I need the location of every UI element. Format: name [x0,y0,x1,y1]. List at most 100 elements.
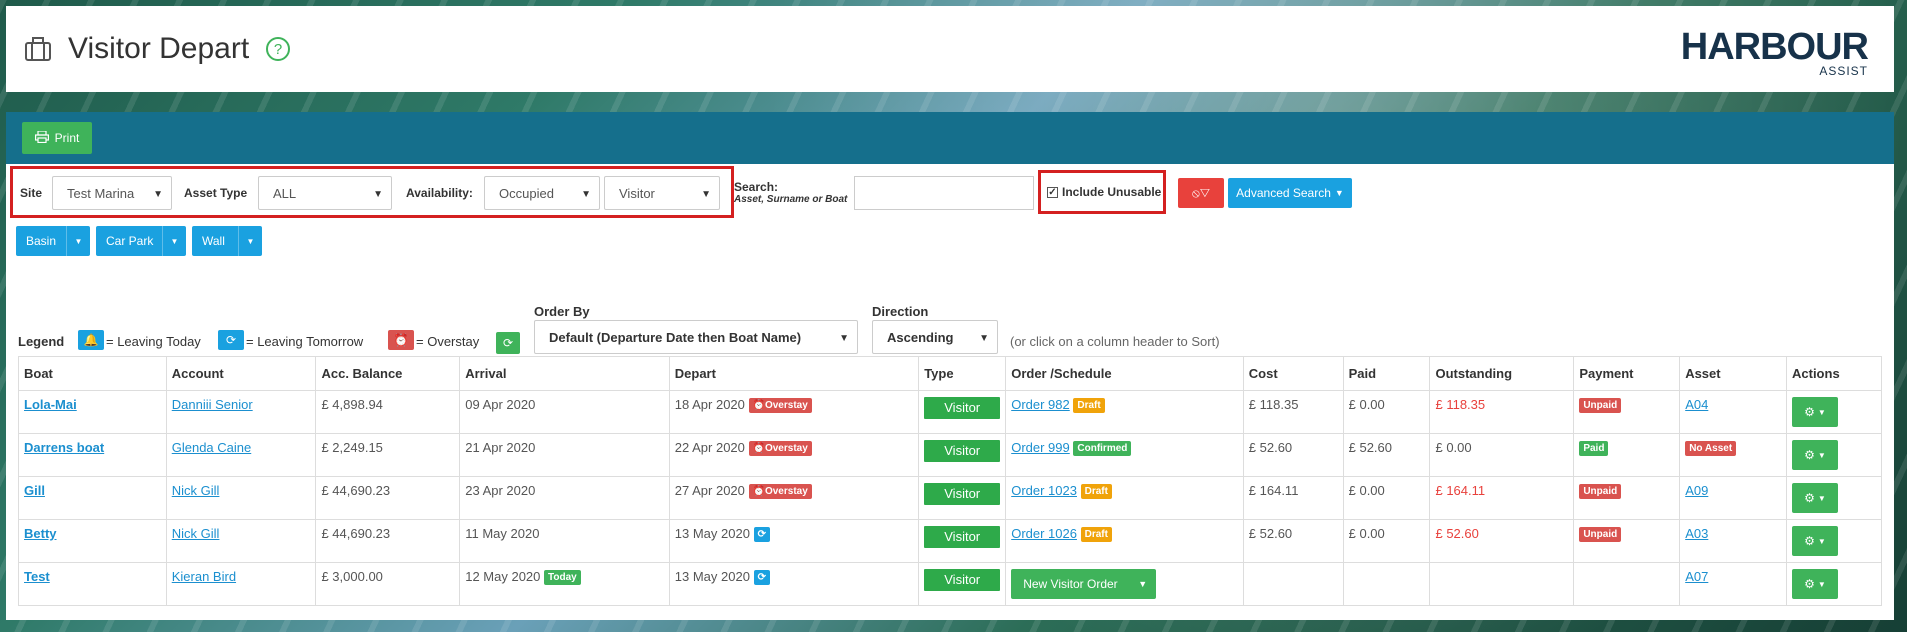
asset-link[interactable]: A04 [1685,397,1708,412]
direction-select[interactable]: Ascending ▼ [872,320,998,354]
asset-link[interactable]: A03 [1685,526,1708,541]
refresh-icon: ⟳ [757,529,766,541]
col-header-depart[interactable]: Depart [668,356,920,391]
leaving-today-icon: 🔔 [78,330,104,350]
order-by-select[interactable]: Default (Departure Date then Boat Name) ▼ [534,320,858,354]
outstanding-value: £ 0.00 [1435,440,1472,455]
col-header-paid[interactable]: Paid [1342,356,1431,391]
paid-value: £ 0.00 [1348,397,1385,412]
row-actions-button[interactable]: ⚙ ▼ [1792,483,1838,513]
col-header-order[interactable]: Order /Schedule [1005,356,1244,391]
col-header-payment[interactable]: Payment [1573,356,1681,391]
order-status-badge: Draft [1080,527,1112,543]
account-link[interactable]: Nick Gill [172,483,220,498]
boat-link[interactable]: Test [24,569,50,584]
caret-down-icon: ▼ [701,189,711,200]
row-actions-button[interactable]: ⚙ ▼ [1792,397,1838,427]
main-panel: Print Site Test Marina ▼ Asset Type ALL ▼ … [6,112,1894,620]
col-header-boat[interactable]: Boat [18,356,167,391]
availability-label: Availability: [406,186,473,200]
caret-down-icon: ▼ [66,226,90,256]
asset-link[interactable]: A09 [1685,483,1708,498]
gear-icon: ⚙ [1804,534,1815,548]
table-header-row: Boat Account Acc. Balance Arrival Depart… [18,356,1882,391]
print-button[interactable]: Print [22,122,92,154]
asset-group-wall[interactable]: Wall ▼ [192,226,262,256]
account-link[interactable]: Kieran Bird [172,569,236,584]
caret-down-icon: ▼ [1817,579,1826,589]
search-label: Search: [734,180,779,194]
type-button[interactable]: Visitor [924,440,1001,462]
row-actions-button[interactable]: ⚙ ▼ [1792,569,1838,599]
boat-link[interactable]: Darrens boat [24,440,104,455]
outstanding-value: £ 52.60 [1435,526,1479,541]
type-button[interactable]: Visitor [924,526,1001,548]
include-unusable-toggle[interactable]: ✓ Include Unusable [1038,170,1166,214]
caret-down-icon: ▼ [581,189,591,200]
col-header-account[interactable]: Account [165,356,317,391]
payment-status-badge: Paid [1579,441,1609,457]
boat-link[interactable]: Lola-Mai [24,397,77,412]
new-visitor-order-button[interactable]: New Visitor Order ▼ [1011,569,1156,599]
advanced-search-button[interactable]: Advanced Search ▼ [1228,178,1352,208]
account-link[interactable]: Nick Gill [172,526,220,541]
harbour-assist-logo: HARBOUR ASSIST [1680,26,1869,78]
row-actions-button[interactable]: ⚙ ▼ [1792,526,1838,556]
account-link[interactable]: Danniii Senior [172,397,253,412]
type-button[interactable]: Visitor [924,397,1001,419]
visitor-type-select[interactable]: Visitor ▼ [604,176,720,210]
account-link[interactable]: Glenda Caine [172,440,252,455]
alarm-icon: ⏰ [752,486,765,498]
help-icon[interactable]: ? [263,34,293,64]
caret-down-icon: ▼ [1817,450,1826,460]
gear-icon: ⚙ [1804,577,1815,591]
order-link[interactable]: Order 1023 [1011,483,1077,498]
order-by-label: Order By [534,304,590,319]
alarm-icon: ⏰ [752,400,765,412]
overstay-icon: ⏰ [388,330,414,350]
caret-down-icon: ▼ [1817,493,1826,503]
asset-type-select[interactable]: ALL ▼ [258,176,392,210]
caret-down-icon: ▼ [1817,407,1826,417]
type-button[interactable]: Visitor [924,569,1001,591]
alarm-icon: ⏰ [752,443,765,455]
depart-date: 13 May 2020 [674,526,750,541]
col-header-outstanding[interactable]: Outstanding [1429,356,1575,391]
visitor-depart-table: Boat Account Acc. Balance Arrival Depart… [18,356,1882,606]
boat-link[interactable]: Betty [24,526,57,541]
asset-group-car-park[interactable]: Car Park ▼ [96,226,186,256]
col-header-asset[interactable]: Asset [1679,356,1787,391]
arrival-date: 23 Apr 2020 [465,483,536,498]
search-hint: Asset, Surname or Boat [734,194,848,205]
toolbar: Print [6,112,1894,164]
payment-status-badge: Unpaid [1579,527,1622,543]
col-header-balance[interactable]: Acc. Balance [315,356,461,391]
order-link[interactable]: Order 982 [1011,397,1070,412]
clear-filter-button[interactable]: ⦸▽ [1178,178,1224,208]
gear-icon: ⚙ [1804,491,1815,505]
order-link[interactable]: Order 1026 [1011,526,1077,541]
include-unusable-checkbox[interactable]: ✓ [1047,186,1058,198]
col-header-cost[interactable]: Cost [1242,356,1344,391]
printer-icon [34,129,49,146]
refresh-button[interactable]: ⟳ [496,332,520,354]
asset-link[interactable]: A07 [1685,569,1708,584]
table-row: Darrens boat Glenda Caine £ 2,249.15 21 … [18,433,1882,477]
arrival-date: 12 May 2020 [465,569,541,584]
type-button[interactable]: Visitor [924,483,1001,505]
table-row: Lola-Mai Danniii Senior £ 4,898.94 09 Ap… [18,390,1882,434]
order-link[interactable]: Order 999 [1011,440,1070,455]
print-label: Print [54,131,80,145]
caret-down-icon: ▼ [238,226,262,256]
boat-link[interactable]: Gill [24,483,45,498]
search-input[interactable] [854,176,1034,210]
gear-icon: ⚙ [1804,448,1815,462]
sort-hint: (or click on a column header to Sort) [1010,334,1220,349]
caret-down-icon: ▼ [839,333,849,344]
row-actions-button[interactable]: ⚙ ▼ [1792,440,1838,470]
col-header-arrival[interactable]: Arrival [459,356,670,391]
asset-group-basin[interactable]: Basin ▼ [16,226,90,256]
site-select[interactable]: Test Marina ▼ [52,176,172,210]
availability-select[interactable]: Occupied ▼ [484,176,600,210]
col-header-type[interactable]: Type [918,356,1007,391]
